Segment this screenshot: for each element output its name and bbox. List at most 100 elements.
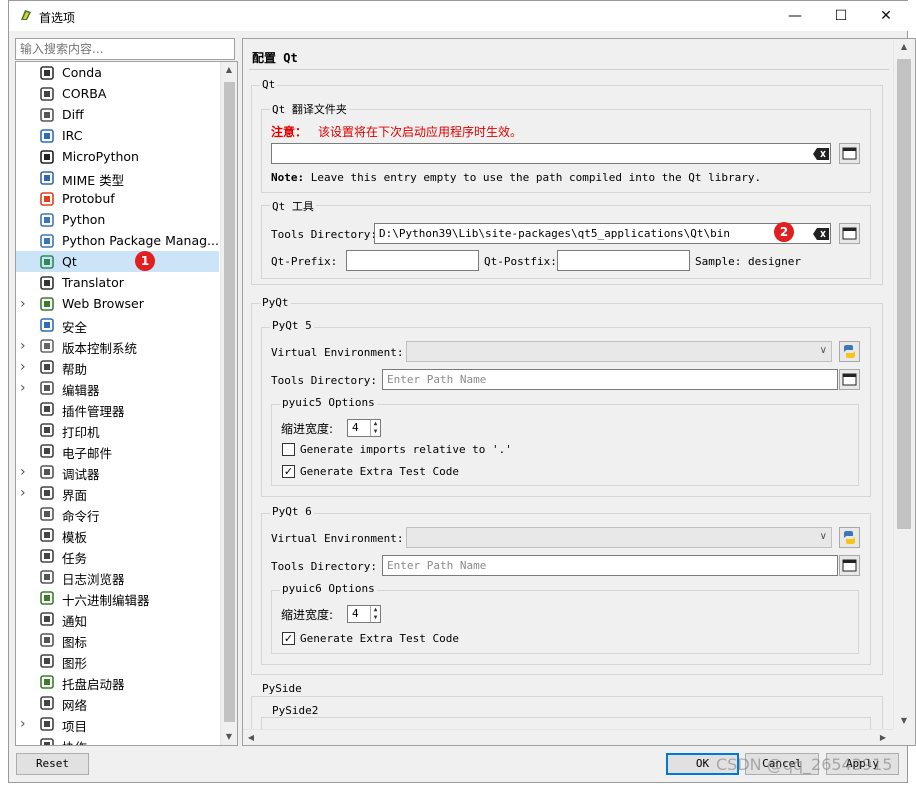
tree-item[interactable]: 命令行 — [16, 503, 219, 524]
bell-icon — [40, 612, 54, 626]
tree-item[interactable]: 安全 — [16, 314, 219, 335]
tree-item[interactable]: MIME 类型 — [16, 167, 219, 188]
chevron-right-icon[interactable]: › — [20, 338, 30, 354]
tree-item[interactable]: 任务 — [16, 545, 219, 566]
tree-item[interactable]: Translator — [16, 272, 219, 293]
plugin-icon — [40, 402, 54, 416]
tree-item[interactable]: › 调试器 — [16, 461, 219, 482]
tree-item[interactable]: Python — [16, 209, 219, 230]
pyuic5-options-label: pyuic5 Options — [280, 396, 377, 409]
pyqt6-dir-input[interactable]: Enter Path Name — [382, 555, 838, 576]
pyqt6-venv-select[interactable]: ∨ — [406, 527, 832, 548]
translator-icon — [40, 276, 54, 290]
tree-item[interactable]: Protobuf — [16, 188, 219, 209]
tree-item[interactable]: › 帮助 — [16, 356, 219, 377]
title-bar[interactable]: 首选项 — ☐ ✕ — [9, 1, 909, 31]
chevron-right-icon[interactable]: › — [20, 359, 30, 375]
pyuic5-indent-spinbox[interactable]: 4 ▲ ▼ — [347, 419, 381, 437]
pyqt5-dir-input[interactable]: Enter Path Name — [382, 369, 838, 390]
python-icon — [844, 531, 855, 544]
clear-icon[interactable] — [813, 228, 829, 240]
tree-item-label: MIME 类型 — [62, 173, 125, 188]
tree-item[interactable]: › 界面 — [16, 482, 219, 503]
watermark: CSDN @qq_26543915 — [716, 755, 893, 774]
tree-item-label: Conda — [62, 65, 102, 80]
chevron-right-icon[interactable]: › — [20, 296, 30, 312]
tree-item[interactable]: 图标 — [16, 629, 219, 650]
chevron-right-icon[interactable]: › — [20, 716, 30, 732]
scroll-down-arrow[interactable]: ▼ — [221, 729, 237, 745]
clear-icon[interactable] — [813, 148, 829, 160]
tree-item[interactable]: 模板 — [16, 524, 219, 545]
page-title: 配置 Qt — [252, 51, 298, 65]
tree-item[interactable]: 图形 — [16, 650, 219, 671]
tools-dir-input[interactable]: D:\Python39\Lib\site-packages\qt5_applic… — [374, 223, 831, 244]
browse-folder-button[interactable] — [839, 555, 860, 576]
tree-item[interactable]: 托盘启动器 — [16, 671, 219, 692]
tree-item[interactable]: MicroPython — [16, 146, 219, 167]
pyuic5-imports-checkbox[interactable] — [282, 443, 295, 456]
pyqt6-venv-python-button[interactable] — [839, 527, 860, 548]
pyuic5-extra-checkbox[interactable]: ✓ — [282, 465, 295, 478]
tree-item[interactable]: Python Package Manag... — [16, 230, 219, 251]
note-line: Note: Leave this entry empty to use the … — [271, 171, 761, 184]
scroll-left-arrow[interactable]: ◀ — [243, 730, 259, 745]
spin-down-icon[interactable]: ▼ — [370, 614, 380, 622]
tree-item[interactable]: › Web Browser — [16, 293, 219, 314]
browse-folder-button[interactable] — [839, 143, 860, 164]
scroll-right-arrow[interactable]: ▶ — [875, 730, 891, 745]
tree-item[interactable]: › 编辑器 — [16, 377, 219, 398]
pyqt5-venv-select[interactable]: ∨ — [406, 341, 832, 362]
scroll-up-arrow[interactable]: ▲ — [894, 39, 914, 55]
browse-folder-button[interactable] — [839, 223, 860, 244]
qt-postfix-input[interactable] — [557, 250, 690, 271]
panel-scrollbar[interactable]: ▲ ▼ — [893, 39, 913, 729]
qt-translations-label: Qt 翻译文件夹 — [270, 101, 349, 117]
email-icon — [40, 444, 54, 458]
chevron-right-icon[interactable]: › — [20, 485, 30, 501]
tree-item[interactable]: IRC — [16, 125, 219, 146]
tree-item[interactable]: 通知 — [16, 608, 219, 629]
tree-item[interactable]: 电子邮件 — [16, 440, 219, 461]
pyuic6-extra-checkbox[interactable]: ✓ — [282, 632, 295, 645]
scroll-thumb[interactable] — [224, 82, 235, 722]
tree-item[interactable]: Qt — [16, 251, 219, 272]
spin-up-icon[interactable]: ▲ — [370, 420, 380, 428]
translations-path-input[interactable] — [271, 143, 831, 164]
scroll-thumb[interactable] — [897, 59, 911, 529]
tree-item[interactable]: › 项目 — [16, 713, 219, 734]
qt-prefix-input[interactable] — [346, 250, 479, 271]
reset-button[interactable]: Reset — [16, 753, 89, 775]
tree-item[interactable]: 打印机 — [16, 419, 219, 440]
scroll-down-arrow[interactable]: ▼ — [894, 713, 914, 729]
maximize-button[interactable]: ☐ — [818, 1, 864, 31]
tree-item[interactable]: 插件管理器 — [16, 398, 219, 419]
tree-item[interactable]: 日志浏览器 — [16, 566, 219, 587]
tree-item[interactable]: › 版本控制系统 — [16, 335, 219, 356]
tree-item[interactable]: 协作 — [16, 734, 219, 745]
tree-item[interactable]: 网络 — [16, 692, 219, 713]
preferences-tree[interactable]: 协作 › 项目 网络 托盘启动器 图形 图标 通知 十六进制编辑器日志浏览器 任务 模板 命令行 › 界面… — [15, 61, 238, 746]
pyqt5-group-label: PyQt 5 — [270, 319, 314, 332]
pyqt5-venv-python-button[interactable] — [839, 341, 860, 362]
browse-folder-button[interactable] — [839, 369, 860, 390]
chevron-right-icon[interactable]: › — [20, 464, 30, 480]
search-input[interactable] — [15, 38, 235, 60]
pyside-group-label: PySide — [260, 682, 304, 695]
pyuic6-indent-value: 4 — [352, 607, 359, 620]
pyuic6-indent-spinbox[interactable]: 4 ▲ ▼ — [347, 605, 381, 623]
tree-scrollbar[interactable]: ▲ ▼ — [220, 62, 237, 745]
spin-up-icon[interactable]: ▲ — [370, 606, 380, 614]
tree-item[interactable]: Conda — [16, 62, 219, 83]
spin-down-icon[interactable]: ▼ — [370, 428, 380, 436]
close-button[interactable]: ✕ — [863, 1, 909, 31]
tree-item[interactable]: CORBA — [16, 83, 219, 104]
chevron-right-icon[interactable]: › — [20, 380, 30, 396]
tree-item[interactable]: Diff — [16, 104, 219, 125]
note-text: Leave this entry empty to use the path c… — [310, 171, 762, 184]
minimize-button[interactable]: — — [772, 1, 818, 31]
tree-item[interactable]: 十六进制编辑器 — [16, 587, 219, 608]
panel-horizontal-scrollbar[interactable]: ◀ ▶ — [243, 729, 893, 745]
pyuic6-extra-label: Generate Extra Test Code — [300, 632, 459, 645]
scroll-up-arrow[interactable]: ▲ — [221, 62, 237, 78]
